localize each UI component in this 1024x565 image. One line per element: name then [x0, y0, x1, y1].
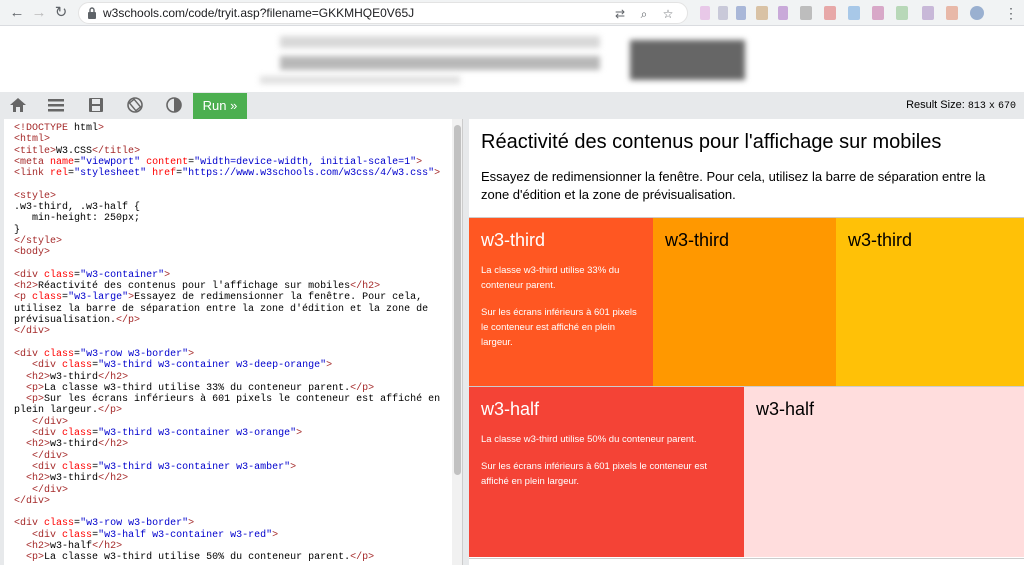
- code-line[interactable]: <body>: [14, 247, 454, 258]
- code-line[interactable]: </div>: [14, 451, 454, 462]
- code-line[interactable]: </div>: [14, 326, 454, 337]
- code-line[interactable]: <style>: [14, 191, 454, 202]
- code-line[interactable]: prévisualisation.</p>: [14, 315, 454, 326]
- code-line[interactable]: <p>La classe w3-third utilise 50% du con…: [14, 552, 454, 563]
- code-line[interactable]: <div class="w3-row w3-border">: [14, 349, 454, 360]
- code-area[interactable]: <!DOCTYPE html> <html> <title>W3.CSS</titl…: [0, 119, 452, 565]
- w3-half-pale-red: w3-half: [744, 387, 1024, 557]
- run-button[interactable]: Run »: [193, 93, 247, 119]
- code-scrollbar[interactable]: [452, 119, 462, 565]
- rotate-icon[interactable]: [125, 96, 145, 116]
- code-line[interactable]: <p class="w3-large">Essayez de redimensi…: [14, 292, 454, 303]
- browser-toolbar: ← → ↻ w3schools.com/code/tryit.asp?filen…: [0, 0, 1024, 26]
- code-line[interactable]: [14, 179, 454, 190]
- code-scrollbar-thumb[interactable]: [454, 125, 461, 475]
- code-line[interactable]: <div class="w3-row w3-border">: [14, 518, 454, 529]
- cell-heading: w3-half: [481, 399, 540, 419]
- address-bar[interactable]: w3schools.com/code/tryit.asp?filename=GK…: [78, 2, 688, 24]
- code-line[interactable]: <h2>w3-third</h2>: [14, 473, 454, 484]
- result-size-label: Result Size:: [906, 99, 965, 111]
- cell-heading: w3-third: [481, 230, 546, 250]
- cell-text: Sur les écrans inférieurs à 601 pixels l…: [481, 461, 708, 487]
- code-line[interactable]: plein largeur.</p>: [14, 405, 454, 416]
- lock-icon: [88, 7, 96, 19]
- code-line[interactable]: <meta name="viewport" content="width=dev…: [14, 157, 454, 168]
- preview-title: Réactivité des contenus pour l'affichage…: [481, 131, 942, 153]
- code-line[interactable]: </div>: [14, 417, 454, 428]
- code-line[interactable]: </style>: [14, 236, 454, 247]
- code-line[interactable]: <div class="w3-third w3-container w3-dee…: [14, 360, 454, 371]
- save-icon[interactable]: [86, 96, 106, 116]
- code-line[interactable]: <p>La classe w3-third utilise 33% du con…: [14, 383, 454, 394]
- code-line[interactable]: <div class="w3-third w3-container w3-ora…: [14, 428, 454, 439]
- back-icon[interactable]: ←: [6, 2, 28, 24]
- home-icon[interactable]: [8, 96, 28, 116]
- code-line[interactable]: <h2>Réactivité des contenus pour l'affic…: [14, 281, 454, 292]
- cell-text: La classe w3-third utilise 50% du conten…: [481, 434, 697, 445]
- code-lines[interactable]: <!DOCTYPE html> <html> <title>W3.CSS</titl…: [14, 123, 454, 564]
- code-line[interactable]: [14, 259, 454, 270]
- code-line[interactable]: <div class="w3-half w3-container w3-red"…: [14, 530, 454, 541]
- url-text: w3schools.com/code/tryit.asp?filename=GK…: [103, 6, 415, 20]
- menu-icon[interactable]: [46, 96, 66, 116]
- preview-lead: Essayez de redimensionner la fenêtre. Po…: [481, 169, 986, 202]
- editor-toolbar: [0, 92, 1024, 119]
- forward-icon[interactable]: →: [28, 2, 50, 24]
- cell-text: Sur les écrans inférieurs à 601 pixels l…: [481, 307, 637, 348]
- code-line[interactable]: <title>W3.CSS</title>: [14, 146, 454, 157]
- w3-third-orange: w3-third: [653, 218, 836, 386]
- ad-banner: [0, 26, 1024, 92]
- contrast-icon[interactable]: [164, 96, 184, 116]
- code-line[interactable]: <h2>w3-third</h2>: [14, 439, 454, 450]
- cell-heading: w3-third: [848, 230, 913, 250]
- zoom-icon[interactable]: ⌕: [635, 5, 653, 23]
- code-line[interactable]: <div class="w3-third w3-container w3-amb…: [14, 462, 454, 473]
- code-line[interactable]: <!DOCTYPE html>: [14, 123, 454, 134]
- w3-half-red: w3-half La classe w3-third utilise 50% d…: [469, 387, 744, 557]
- w3-third-deep-orange: w3-third La classe w3-third utilise 33% …: [469, 218, 653, 386]
- code-line[interactable]: min-height: 250px;: [14, 213, 454, 224]
- code-line[interactable]: .w3-third, .w3-half {: [14, 202, 454, 213]
- translate-icon[interactable]: ⇄: [611, 5, 629, 23]
- code-line[interactable]: <p>Sur les écrans inférieurs à 601 pixel…: [14, 394, 454, 405]
- code-line[interactable]: <div class="w3-container">: [14, 270, 454, 281]
- browser-menu-icon[interactable]: ⋮: [1003, 2, 1019, 24]
- extensions-strip: [700, 6, 990, 20]
- result-preview: Réactivité des contenus pour l'affichage…: [469, 119, 1024, 565]
- cell-text: La classe w3-third utilise 33% du conten…: [481, 265, 620, 291]
- code-line[interactable]: [14, 507, 454, 518]
- w3-row-halves: w3-half La classe w3-third utilise 50% d…: [469, 387, 1024, 559]
- code-line[interactable]: <h2>w3-third</h2>: [14, 372, 454, 383]
- code-line[interactable]: <html>: [14, 134, 454, 145]
- code-line[interactable]: }: [14, 225, 454, 236]
- w3-third-amber: w3-third: [836, 218, 1024, 386]
- code-line[interactable]: [14, 338, 454, 349]
- result-x: x: [988, 101, 995, 112]
- result-size: Result Size: 813 x 670: [906, 99, 1016, 112]
- cell-heading: w3-third: [665, 230, 730, 250]
- result-width: 813: [967, 101, 986, 112]
- result-height: 670: [997, 101, 1016, 112]
- code-line[interactable]: <h2>w3-half</h2>: [14, 541, 454, 552]
- code-line[interactable]: <link rel="stylesheet" href="https://www…: [14, 168, 454, 179]
- code-line[interactable]: </div>: [14, 496, 454, 507]
- code-line[interactable]: </div>: [14, 485, 454, 496]
- w3-row-thirds: w3-third La classe w3-third utilise 33% …: [469, 217, 1024, 387]
- bookmark-star-icon[interactable]: ☆: [659, 5, 677, 23]
- code-line[interactable]: utilisez la barre de séparation entre la…: [14, 304, 454, 315]
- reload-icon[interactable]: ↻: [50, 2, 72, 24]
- code-editor[interactable]: <!DOCTYPE html> <html> <title>W3.CSS</titl…: [0, 119, 463, 565]
- cell-heading: w3-half: [756, 399, 815, 419]
